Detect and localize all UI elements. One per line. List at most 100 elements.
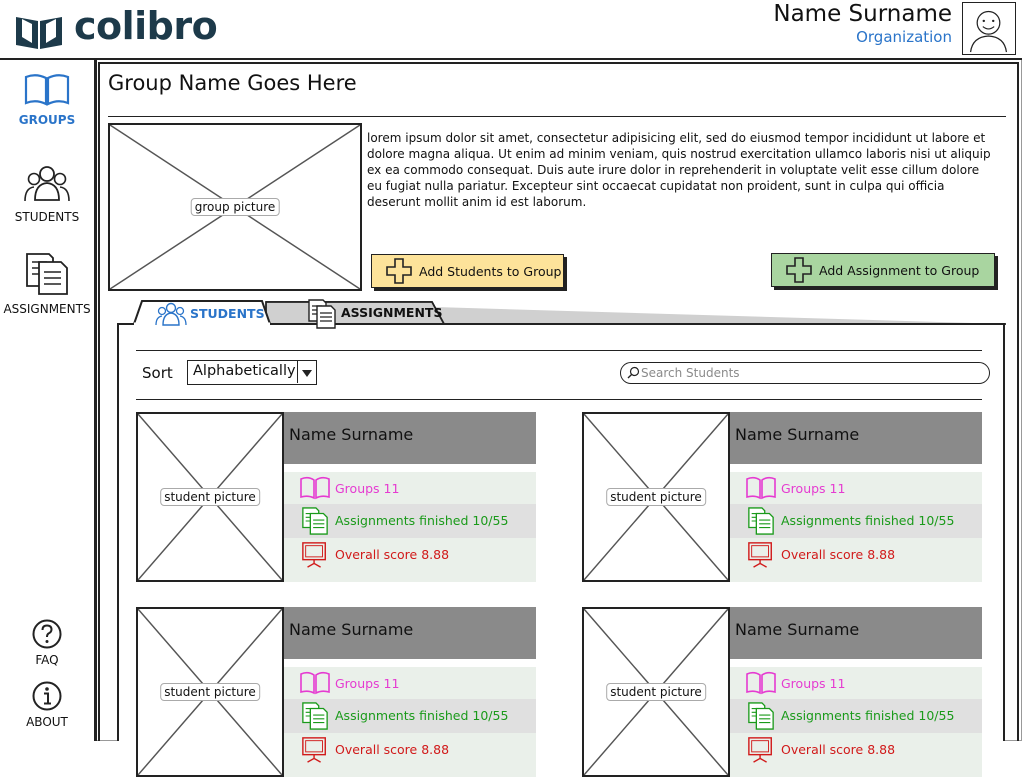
student-overall-score: Overall score 8.88 [335,742,450,757]
student-card-header: Name Surname [284,412,536,464]
student-card[interactable]: student picture Name Surname Groups 11 A… [136,607,536,777]
user-avatar[interactable] [962,2,1016,55]
student-picture-label: student picture [160,683,260,701]
book-icon [24,74,70,106]
sidebar-item-label: STUDENTS [14,210,80,224]
sort-value: Alphabetically [193,363,296,379]
monitor-icon [302,542,326,568]
plus-icon [786,257,812,283]
card-footer [284,767,536,777]
documents-icon [26,253,68,295]
search-input[interactable] [641,363,971,382]
student-overall-score: Overall score 8.88 [335,547,450,562]
student-score-row: Overall score 8.88 [284,733,536,767]
student-card-header: Name Surname [284,607,536,659]
sidebar-item-label: ABOUT [26,715,68,729]
student-score-row: Overall score 8.88 [730,733,982,767]
student-card[interactable]: student picture Name Surname Groups 11 A… [582,412,982,582]
documents-icon [302,702,328,730]
student-picture-label: student picture [160,488,260,506]
people-icon [155,302,187,326]
sidebar-item-students[interactable]: STUDENTS [0,164,94,224]
sort-label: Sort [142,364,173,382]
student-groups-row: Groups 11 [284,472,536,506]
question-icon [32,619,62,649]
student-assignments-row: Assignments finished 10/55 [284,504,536,538]
student-picture-label: student picture [606,488,706,506]
user-organization[interactable]: Organization [856,28,952,46]
student-card-header: Name Surname [730,607,982,659]
sidebar: GROUPS STUDENTS ASSIGNMENTS FAQ ABOUT [0,60,97,741]
sidebar-item-faq[interactable]: FAQ [0,618,94,667]
documents-icon [308,299,336,329]
avatar-icon [969,10,1008,53]
student-picture: student picture [582,607,730,777]
student-groups-count: Groups 11 [781,676,846,691]
group-picture: group picture [108,123,362,291]
student-assignments-finished: Assignments finished 10/55 [335,708,509,723]
student-groups-count: Groups 11 [781,481,846,496]
student-name[interactable]: Name Surname [735,425,859,444]
toolbar-divider-bottom [136,399,982,400]
student-picture-label: student picture [606,683,706,701]
monitor-icon [302,737,326,763]
search-box[interactable] [620,362,990,384]
tab-assignments[interactable]: ASSIGNMENTS [341,305,442,320]
sidebar-item-about[interactable]: ABOUT [0,680,94,729]
student-assignments-row: Assignments finished 10/55 [284,699,536,733]
student-overall-score: Overall score 8.88 [781,742,896,757]
group-description: lorem ipsum dolor sit amet, consectetur … [367,131,991,209]
top-bar: colibro Name Surname Organization [0,0,1022,60]
add-students-button[interactable]: Add Students to Group [371,254,564,288]
card-footer [284,572,536,582]
student-name[interactable]: Name Surname [735,620,859,639]
user-name[interactable]: Name Surname [773,1,952,27]
book-icon [300,476,330,500]
student-groups-count: Groups 11 [335,481,400,496]
student-groups-row: Groups 11 [284,667,536,701]
student-name[interactable]: Name Surname [289,620,413,639]
student-score-row: Overall score 8.88 [284,538,536,572]
student-overall-score: Overall score 8.88 [781,547,896,562]
sidebar-item-label: GROUPS [18,113,76,127]
sidebar-item-assignments[interactable]: ASSIGNMENTS [0,252,94,316]
plus-icon [386,258,412,284]
brand-logo[interactable]: colibro [74,4,218,48]
card-footer [730,572,982,582]
book-icon [300,671,330,695]
add-assignment-label: Add Assignment to Group [819,262,980,278]
card-footer [730,767,982,777]
student-score-row: Overall score 8.88 [730,538,982,572]
title-divider [108,116,1006,117]
documents-icon [748,507,774,535]
monitor-icon [748,737,772,763]
student-name[interactable]: Name Surname [289,425,413,444]
chevron-down-icon[interactable] [297,361,316,383]
monitor-icon [748,542,772,568]
student-assignments-finished: Assignments finished 10/55 [781,708,955,723]
add-assignment-button[interactable]: Add Assignment to Group [771,253,995,287]
search-icon [627,366,640,379]
documents-icon [748,702,774,730]
people-icon [24,166,70,202]
student-assignments-row: Assignments finished 10/55 [730,699,982,733]
book-icon [746,671,776,695]
sidebar-item-label: FAQ [35,653,59,667]
student-assignments-finished: Assignments finished 10/55 [335,513,509,528]
group-picture-label: group picture [190,198,280,216]
student-assignments-finished: Assignments finished 10/55 [781,513,955,528]
student-groups-row: Groups 11 [730,667,982,701]
toolbar-divider-top [136,350,982,351]
student-groups-row: Groups 11 [730,472,982,506]
sidebar-item-groups[interactable]: GROUPS [0,73,94,127]
student-picture: student picture [136,412,284,582]
student-card[interactable]: student picture Name Surname Groups 11 A… [136,412,536,582]
book-icon [746,476,776,500]
page-title: Group Name Goes Here [108,71,357,95]
tab-students[interactable]: STUDENTS [190,306,265,321]
student-card-header: Name Surname [730,412,982,464]
info-icon [32,681,62,711]
sort-dropdown[interactable]: Alphabetically [187,360,317,385]
student-assignments-row: Assignments finished 10/55 [730,504,982,538]
student-card[interactable]: student picture Name Surname Groups 11 A… [582,607,982,777]
